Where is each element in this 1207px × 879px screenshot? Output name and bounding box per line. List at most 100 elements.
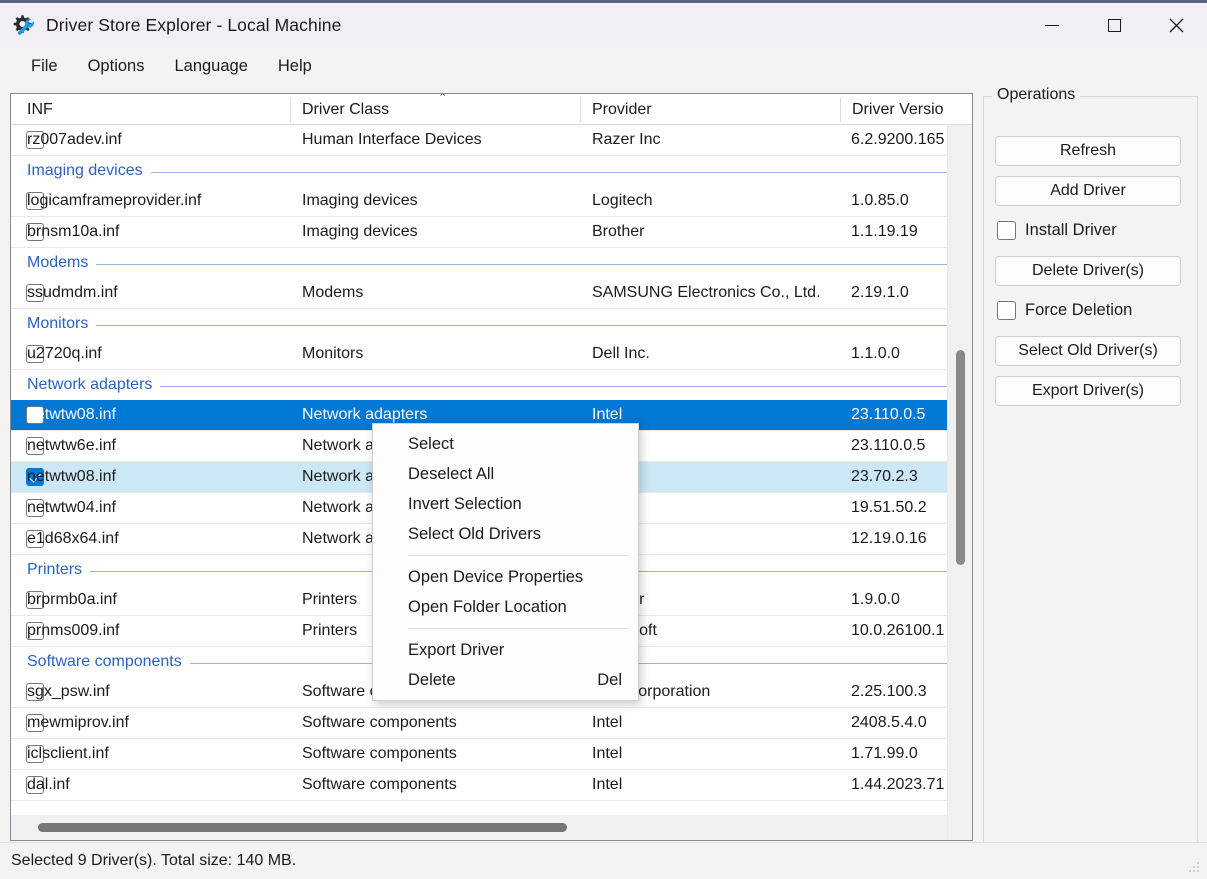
cell-driver-class: Human Interface Devices xyxy=(302,131,482,148)
horizontal-scrollbar[interactable] xyxy=(11,815,947,840)
column-divider[interactable] xyxy=(580,97,581,122)
group-rule xyxy=(160,385,972,387)
table-row[interactable]: rz007adev.inf Human Interface Devices Raze… xyxy=(11,125,972,155)
context-menu-item-delete[interactable]: Delete Del xyxy=(373,665,638,695)
close-button[interactable] xyxy=(1145,3,1207,48)
menu-separator xyxy=(408,628,628,629)
checkbox-icon xyxy=(997,220,1016,240)
cell-inf: iclsclient.inf xyxy=(27,745,109,762)
list-group-label: Network adapters xyxy=(27,376,153,393)
cell-inf: netwtw6e.inf xyxy=(27,437,116,454)
cell-inf: netwtw08.inf xyxy=(27,406,116,423)
context-menu-item-open-device-properties[interactable]: Open Device Properties xyxy=(373,562,638,592)
cell-provider: Intel xyxy=(592,776,623,793)
cell-provider: Intel xyxy=(592,406,623,423)
column-header-driver-version[interactable]: Driver Versio xyxy=(844,94,944,125)
title-bar: Driver Store Explorer - Local Machine xyxy=(0,3,1207,48)
group-rule xyxy=(96,324,972,326)
table-row[interactable]: brnsm10a.inf Imaging devices Brother 1.1.19… xyxy=(11,217,972,247)
cell-driver-version: 10.0.26100.1 xyxy=(851,622,945,639)
vertical-scrollbar[interactable] xyxy=(947,125,972,840)
horizontal-scrollbar-thumb[interactable] xyxy=(38,823,567,832)
window-controls xyxy=(1021,3,1207,48)
column-header-provider[interactable]: Provider xyxy=(584,94,652,125)
table-row[interactable]: logicamframeprovider.inf Imaging devices L… xyxy=(11,186,972,216)
column-divider[interactable] xyxy=(290,97,291,122)
cell-inf: brnsm10a.inf xyxy=(27,223,120,240)
maximize-button[interactable] xyxy=(1083,3,1145,48)
table-row[interactable]: mewmiprov.inf Software components Intel 240… xyxy=(11,708,972,738)
force-deletion-checkbox[interactable]: Force Deletion xyxy=(997,299,1132,321)
cell-driver-version: 1.44.2023.71 xyxy=(851,776,945,793)
list-group-header[interactable]: Monitors xyxy=(11,309,972,339)
cell-driver-version: 1.0.85.0 xyxy=(851,192,909,209)
cell-driver-class: Modems xyxy=(302,284,364,301)
minimize-button[interactable] xyxy=(1021,3,1083,48)
cell-driver-version: 23.110.0.5 xyxy=(851,406,926,423)
cell-driver-class: Imaging devices xyxy=(302,223,418,240)
context-menu[interactable]: Select Deselect All Invert Selection Select… xyxy=(372,423,639,701)
column-header-driver-class[interactable]: Driver Class xyxy=(294,94,389,125)
context-menu-item-select-old-drivers[interactable]: Select Old Drivers xyxy=(373,519,638,549)
context-menu-item-select[interactable]: Select xyxy=(373,429,638,459)
cell-inf: rz007adev.inf xyxy=(27,131,122,148)
list-group-header[interactable]: Modems xyxy=(11,248,972,278)
checkbox-icon xyxy=(997,300,1016,320)
status-text: Selected 9 Driver(s). Total size: 140 MB… xyxy=(11,852,297,869)
context-menu-item-label: Export Driver xyxy=(408,640,505,659)
menu-bar: File Options Language Help xyxy=(0,48,1207,86)
cell-driver-version: 1.71.99.0 xyxy=(851,745,918,762)
sort-ascending-icon: ⌃ xyxy=(438,93,448,104)
cell-inf: brprmb0a.inf xyxy=(27,591,117,608)
window-title: Driver Store Explorer - Local Machine xyxy=(46,15,342,35)
column-divider[interactable] xyxy=(840,97,841,122)
gear-wrench-icon xyxy=(10,13,36,39)
cell-driver-class: Imaging devices xyxy=(302,192,418,209)
cell-provider: Intel xyxy=(592,745,623,762)
list-group-header[interactable]: Imaging devices xyxy=(11,156,972,186)
group-rule xyxy=(150,171,972,173)
cell-inf: netwtw08.inf xyxy=(27,468,116,485)
resize-grip-icon[interactable] xyxy=(1187,860,1201,874)
export-drivers-button[interactable]: Export Driver(s) xyxy=(995,376,1181,406)
list-group-header[interactable]: Network adapters xyxy=(11,370,972,400)
cell-inf: ssudmdm.inf xyxy=(27,284,118,301)
menu-help[interactable]: Help xyxy=(264,54,326,80)
context-menu-item-export-driver[interactable]: Export Driver xyxy=(373,635,638,665)
context-menu-item-deselect-all[interactable]: Deselect All xyxy=(373,459,638,489)
operations-panel-title: Operations xyxy=(992,86,1081,104)
context-menu-item-label: Open Device Properties xyxy=(408,567,584,586)
list-group-label: Monitors xyxy=(27,315,89,332)
add-driver-button[interactable]: Add Driver xyxy=(995,176,1181,206)
column-header-inf[interactable]: INF xyxy=(19,94,53,125)
menu-language[interactable]: Language xyxy=(160,54,261,80)
select-old-drivers-button[interactable]: Select Old Driver(s) xyxy=(995,336,1181,366)
application-window: Driver Store Explorer - Local Machine Fi… xyxy=(0,0,1207,879)
cell-provider: Razer Inc xyxy=(592,131,661,148)
table-row[interactable]: dal.inf Software components Intel 1.44.2023… xyxy=(11,770,972,800)
table-row[interactable]: iclsclient.inf Software components Intel 1.… xyxy=(11,739,972,769)
install-driver-label: Install Driver xyxy=(1025,220,1117,239)
table-row[interactable]: ssudmdm.inf Modems SAMSUNG Electronics Co.… xyxy=(11,278,972,308)
cell-provider: SAMSUNG Electronics Co., Ltd. xyxy=(592,284,821,301)
list-group-label: Modems xyxy=(27,254,89,271)
cell-inf: sgx_psw.inf xyxy=(27,683,110,700)
group-rule xyxy=(96,263,972,265)
cell-provider: Dell Inc. xyxy=(592,345,650,362)
delete-drivers-button[interactable]: Delete Driver(s) xyxy=(995,256,1181,286)
menu-options[interactable]: Options xyxy=(74,54,159,80)
context-menu-item-open-folder-location[interactable]: Open Folder Location xyxy=(373,592,638,622)
refresh-button[interactable]: Refresh xyxy=(995,136,1181,166)
table-row[interactable]: u2720q.inf Monitors Dell Inc. 1.1.0.0 xyxy=(11,339,972,369)
context-menu-item-invert-selection[interactable]: Invert Selection xyxy=(373,489,638,519)
context-menu-item-label: Select xyxy=(408,434,454,453)
menu-file[interactable]: File xyxy=(17,54,72,80)
cell-driver-version: 19.51.50.2 xyxy=(851,499,927,516)
install-driver-checkbox[interactable]: Install Driver xyxy=(997,219,1117,241)
list-group-label: Imaging devices xyxy=(27,162,143,179)
list-group-label: Printers xyxy=(27,561,83,578)
vertical-scrollbar-thumb[interactable] xyxy=(956,350,965,565)
cell-driver-version: 12.19.0.16 xyxy=(851,530,927,547)
cell-provider: Logitech xyxy=(592,192,653,209)
cell-driver-version: 1.1.0.0 xyxy=(851,345,900,362)
